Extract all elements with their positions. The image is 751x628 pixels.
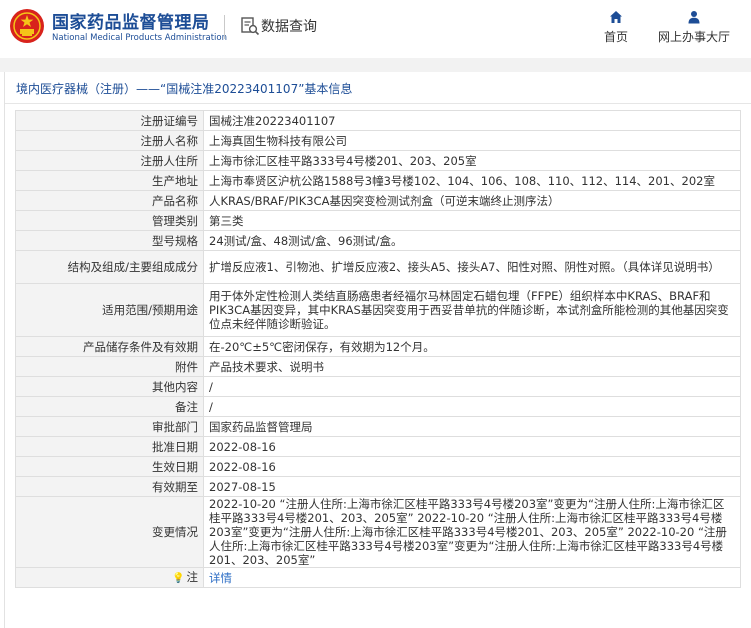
- table-row: 注册人名称 上海真固生物科技有限公司: [15, 130, 741, 151]
- field-value: 上海市徐汇区桂平路333号4号楼201、203、205室: [203, 150, 741, 171]
- table-row: 结构及组成/主要组成成分 扩增反应液1、引物池、扩增反应液2、接头A5、接头A7、…: [15, 250, 741, 284]
- table-row: 产品名称 人KRAS/BRAF/PIK3CA基因突变检测试剂盒（可逆末端终止测序法…: [15, 190, 741, 211]
- table-row: 审批部门 国家药品监督管理局: [15, 416, 741, 437]
- field-value: 人KRAS/BRAF/PIK3CA基因突变检测试剂盒（可逆末端终止测序法）: [203, 190, 741, 211]
- field-value: 扩增反应液1、引物池、扩增反应液2、接头A5、接头A7、阳性对照、阴性对照。（具…: [203, 250, 741, 284]
- note-label-cell: 💡 注: [15, 567, 204, 588]
- note-row: 💡 注详情: [15, 567, 741, 588]
- table-row: 其他内容 /: [15, 376, 741, 397]
- field-value: 24测试/盒、48测试/盒、96测试/盒。: [203, 230, 741, 251]
- field-value: 国械注准20223401107: [203, 110, 741, 131]
- note-value-cell: 详情: [203, 567, 741, 588]
- field-label: 生效日期: [15, 456, 204, 477]
- field-label: 型号规格: [15, 230, 204, 251]
- breadcrumb: 境内医疗器械（注册）——“国械注准20223401107”基本信息: [5, 72, 751, 104]
- field-value: 上海真固生物科技有限公司: [203, 130, 741, 151]
- user-icon: [688, 11, 700, 24]
- site-name-en: National Medical Products Administration: [52, 33, 227, 43]
- field-value: /: [203, 376, 741, 397]
- field-value: 2022-08-16: [203, 436, 741, 457]
- home-icon: [610, 11, 622, 23]
- field-label: 产品储存条件及有效期: [15, 336, 204, 357]
- table-row: 管理类别 第三类: [15, 210, 741, 231]
- field-value: 第三类: [203, 210, 741, 231]
- site-header: 国家药品监督管理局 National Medical Products Admi…: [0, 0, 751, 58]
- field-label: 注册人住所: [15, 150, 204, 171]
- field-label: 变更情况: [15, 496, 204, 568]
- field-label: 生产地址: [15, 170, 204, 191]
- field-label: 有效期至: [15, 476, 204, 497]
- field-label: 注册证编号: [15, 110, 204, 131]
- field-label: 产品名称: [15, 190, 204, 211]
- field-value: 2022-10-20 “注册人住所:上海市徐汇区桂平路333号4号楼203室”变…: [203, 496, 741, 568]
- nav-online-service-hall[interactable]: 网上办事大厅: [652, 10, 736, 45]
- field-label: 附件: [15, 356, 204, 377]
- nav-home[interactable]: 首页: [598, 10, 634, 45]
- field-label: 适用范围/预期用途: [15, 283, 204, 337]
- field-label: 结构及组成/主要组成成分: [15, 250, 204, 284]
- nav-home-label: 首页: [603, 30, 628, 44]
- table-row: 生产地址 上海市奉贤区沪杭公路1588号3幢3号楼102、104、106、108、…: [15, 170, 741, 191]
- registration-detail-table: 注册证编号 国械注准20223401107 注册人名称 上海真固生物科技有限公司 注册人…: [15, 110, 741, 588]
- lightbulb-icon: 💡: [172, 572, 185, 584]
- table-row: 注册证编号 国械注准20223401107: [15, 110, 741, 131]
- field-label: 注册人名称: [15, 130, 204, 151]
- table-row: 批准日期 2022-08-16: [15, 436, 741, 457]
- field-value: 产品技术要求、说明书: [203, 356, 741, 377]
- field-value: /: [203, 396, 741, 417]
- header-divider: [224, 15, 225, 39]
- nav-online-service-hall-label: 网上办事大厅: [657, 30, 730, 44]
- table-row: 适用范围/预期用途 用于体外定性检测人类结直肠癌患者经福尔马林固定石蜡包埋（FFP…: [15, 283, 741, 337]
- data-query-icon: [241, 17, 260, 36]
- table-row: 有效期至 2027-08-15: [15, 476, 741, 497]
- field-value: 2022-08-16: [203, 456, 741, 477]
- national-emblem-icon: [10, 9, 44, 43]
- table-row: 注册人住所 上海市徐汇区桂平路333号4号楼201、203、205室: [15, 150, 741, 171]
- field-label: 审批部门: [15, 416, 204, 437]
- detail-panel: 境内医疗器械（注册）——“国械注准20223401107”基本信息 注册证编号国…: [4, 72, 751, 628]
- field-value: 国家药品监督管理局: [203, 416, 741, 437]
- data-query-title[interactable]: 数据查询: [261, 16, 317, 36]
- table-row: 型号规格 24测试/盒、48测试/盒、96测试/盒。: [15, 230, 741, 251]
- site-name-cn[interactable]: 国家药品监督管理局: [52, 8, 210, 33]
- table-row: 产品储存条件及有效期 在-20℃±5℃密闭保存，有效期为12个月。: [15, 336, 741, 357]
- field-value: 2027-08-15: [203, 476, 741, 497]
- table-row: 备注 /: [15, 396, 741, 417]
- field-label: 备注: [15, 396, 204, 417]
- field-value: 用于体外定性检测人类结直肠癌患者经福尔马林固定石蜡包埋（FFPE）组织样本中KR…: [203, 283, 741, 337]
- table-row: 附件 产品技术要求、说明书: [15, 356, 741, 377]
- header-gap: [0, 58, 751, 72]
- field-label: 批准日期: [15, 436, 204, 457]
- field-label: 其他内容: [15, 376, 204, 397]
- field-value: 上海市奉贤区沪杭公路1588号3幢3号楼102、104、106、108、110、…: [203, 170, 741, 191]
- field-label: 管理类别: [15, 210, 204, 231]
- details-link[interactable]: 详情: [209, 571, 232, 585]
- breadcrumb-text: 境内医疗器械（注册）——“国械注准20223401107”基本信息: [16, 82, 353, 96]
- table-row: 生效日期 2022-08-16: [15, 456, 741, 477]
- table-row: 变更情况 2022-10-20 “注册人住所:上海市徐汇区桂平路333号4号楼20…: [15, 496, 741, 568]
- field-value: 在-20℃±5℃密闭保存，有效期为12个月。: [203, 336, 741, 357]
- note-label: 注: [186, 569, 199, 584]
